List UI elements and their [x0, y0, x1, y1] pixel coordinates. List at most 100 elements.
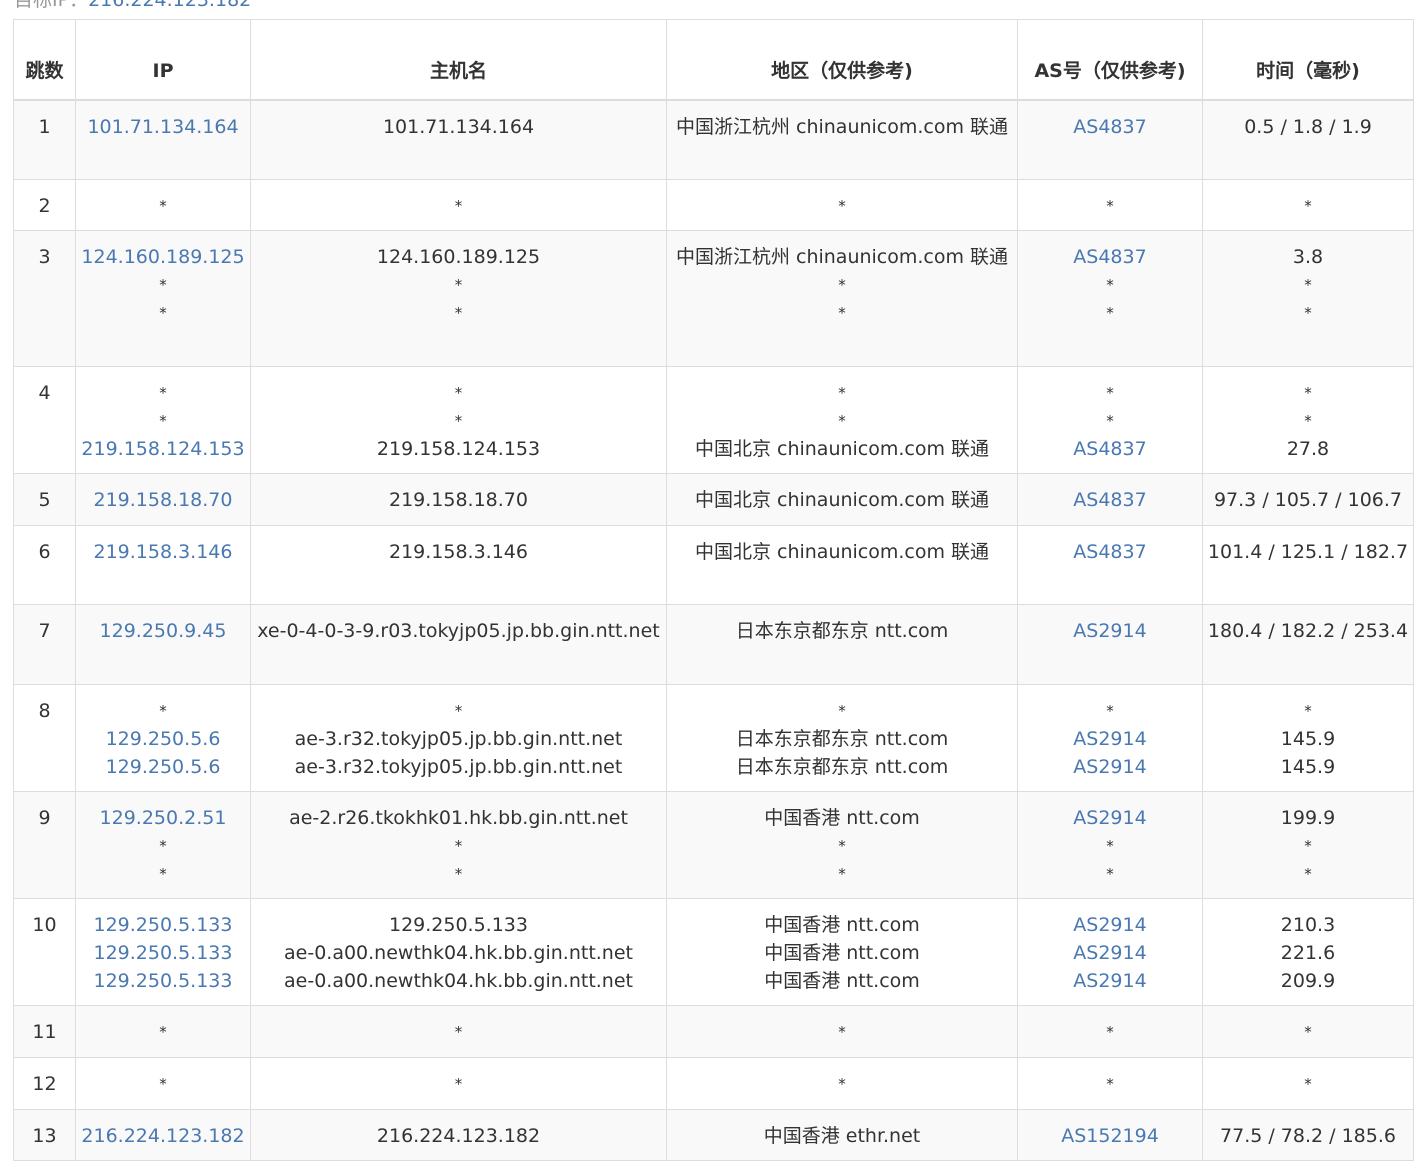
- as-link[interactable]: AS4837: [1022, 486, 1198, 514]
- ip-link[interactable]: 129.250.5.6: [80, 725, 246, 753]
- no-response-marker: *: [454, 412, 463, 430]
- no-response-marker: *: [159, 197, 167, 215]
- hop-number: 7: [38, 620, 51, 642]
- time-cell: *: [1202, 179, 1414, 231]
- time-cell: 3.8 * *: [1202, 230, 1414, 367]
- target-ip-label: 目标IP：: [14, 0, 89, 11]
- no-response-marker: *: [1304, 197, 1312, 215]
- time-cell: 101.4 / 125.1 / 182.7: [1202, 525, 1414, 605]
- region-cell: 中国北京 chinaunicom.com 联通: [666, 473, 1018, 526]
- ip-link[interactable]: 101.71.134.164: [80, 113, 246, 141]
- region-value: 日本东京都东京 ntt.com: [735, 756, 949, 778]
- no-response-marker: *: [1304, 1023, 1312, 1041]
- region-cell: *: [666, 179, 1018, 231]
- hop-cell: 12: [13, 1057, 76, 1110]
- table-row: 5 219.158.18.70 219.158.18.70 中国北京 chinauni…: [13, 473, 1414, 526]
- ip-link[interactable]: 129.250.5.133: [80, 967, 246, 995]
- ip-link[interactable]: 219.158.3.146: [80, 538, 246, 566]
- no-response-marker: *: [159, 304, 167, 322]
- no-response-marker: *: [454, 384, 463, 402]
- ip-link[interactable]: 129.250.5.133: [80, 911, 246, 939]
- ip-cell: 124.160.189.125 * *: [75, 230, 251, 367]
- no-response-marker: *: [159, 865, 167, 883]
- as-link[interactable]: AS2914: [1022, 804, 1198, 832]
- ip-link[interactable]: 129.250.2.51: [80, 804, 246, 832]
- ip-cell: 216.224.123.182: [75, 1109, 251, 1161]
- ip-cell: 129.250.5.133 129.250.5.133 129.250.5.133: [75, 898, 251, 1006]
- region-cell: 中国浙江杭州 chinaunicom.com 联通 * *: [666, 230, 1018, 367]
- as-link[interactable]: AS2914: [1022, 617, 1198, 645]
- as-cell: AS4837: [1017, 99, 1203, 180]
- ip-link[interactable]: 124.160.189.125: [80, 243, 246, 271]
- as-link[interactable]: AS4837: [1022, 243, 1198, 271]
- region-value: 中国浙江杭州 chinaunicom.com 联通: [675, 115, 1009, 138]
- no-response-marker: *: [454, 276, 463, 294]
- region-cell: 中国香港 ethr.net: [666, 1109, 1018, 1161]
- hop-cell: 5: [13, 473, 76, 526]
- time-value: 199.9: [1280, 807, 1336, 829]
- as-link[interactable]: AS2914: [1022, 911, 1198, 939]
- hop-cell: 2: [13, 179, 76, 231]
- as-link[interactable]: AS4837: [1022, 435, 1198, 463]
- hop-cell: 9: [13, 791, 76, 899]
- region-cell: 中国浙江杭州 chinaunicom.com 联通: [666, 99, 1018, 180]
- ip-link[interactable]: 219.158.124.153: [80, 435, 246, 463]
- no-response-marker: *: [838, 702, 846, 720]
- no-response-marker: *: [159, 1023, 167, 1041]
- table-row: 8 * 129.250.5.6 129.250.5.6 * ae-3.r32.tokyjp…: [13, 684, 1414, 792]
- target-ip-line: 目标IP：216.224.123.182: [14, 0, 251, 11]
- no-response-marker: *: [1106, 412, 1114, 430]
- as-link[interactable]: AS152194: [1022, 1122, 1198, 1150]
- time-value: 210.3: [1280, 914, 1336, 936]
- hop-number: 8: [38, 700, 51, 722]
- as-link[interactable]: AS4837: [1022, 113, 1198, 141]
- hop-number: 5: [38, 489, 51, 511]
- region-value: 中国北京 chinaunicom.com 联通: [694, 541, 990, 563]
- hostname-cell: * * 219.158.124.153: [250, 366, 667, 474]
- time-cell: 0.5 / 1.8 / 1.9: [1202, 99, 1414, 180]
- hop-number: 10: [32, 914, 57, 936]
- as-link[interactable]: AS2914: [1022, 939, 1198, 967]
- region-cell: 中国香港 ntt.com * *: [666, 791, 1018, 899]
- ip-link[interactable]: 216.224.123.182: [80, 1122, 246, 1150]
- hostname-value: 124.160.189.125: [376, 246, 541, 268]
- region-value: 中国香港 ntt.com: [764, 942, 920, 964]
- as-link[interactable]: AS2914: [1022, 967, 1198, 995]
- time-value: 221.6: [1280, 942, 1336, 964]
- time-cell: 97.3 / 105.7 / 106.7: [1202, 473, 1414, 526]
- time-value: 27.8: [1286, 438, 1330, 460]
- no-response-marker: *: [454, 865, 463, 883]
- as-cell: AS2914 * *: [1017, 791, 1203, 899]
- as-link[interactable]: AS4837: [1022, 538, 1198, 566]
- as-cell: AS152194: [1017, 1109, 1203, 1161]
- target-ip-link[interactable]: 216.224.123.182: [88, 0, 251, 11]
- header-ip: IP: [75, 19, 251, 101]
- no-response-marker: *: [1304, 837, 1312, 855]
- no-response-marker: *: [1106, 197, 1114, 215]
- as-cell: AS4837: [1017, 473, 1203, 526]
- as-link[interactable]: AS2914: [1022, 753, 1198, 781]
- ip-link[interactable]: 129.250.5.133: [80, 939, 246, 967]
- region-cell: * 日本东京都东京 ntt.com 日本东京都东京 ntt.com: [666, 684, 1018, 792]
- table-row: 7 129.250.9.45 xe-0-4-0-3-9.r03.tokyjp05.j…: [13, 604, 1414, 685]
- ip-cell: * * 219.158.124.153: [75, 366, 251, 474]
- ip-link[interactable]: 219.158.18.70: [80, 486, 246, 514]
- hostname-value: ae-0.a00.newthk04.hk.bb.gin.ntt.net: [284, 942, 633, 964]
- table-row: 11 * * * * *: [13, 1005, 1414, 1058]
- no-response-marker: *: [1106, 702, 1114, 720]
- as-link[interactable]: AS2914: [1022, 725, 1198, 753]
- hostname-value: ae-3.r32.tokyjp05.jp.bb.gin.ntt.net: [294, 756, 623, 778]
- ip-link[interactable]: 129.250.5.6: [80, 753, 246, 781]
- hostname-cell: *: [250, 179, 667, 231]
- hostname-cell: 216.224.123.182: [250, 1109, 667, 1161]
- no-response-marker: *: [454, 837, 463, 855]
- table-row: 1 101.71.134.164 101.71.134.164 中国浙江杭州 chin…: [13, 99, 1414, 180]
- hostname-value: 219.158.3.146: [388, 541, 528, 563]
- time-value: 77.5 / 78.2 / 185.6: [1220, 1125, 1396, 1147]
- ip-link[interactable]: 129.250.9.45: [80, 617, 246, 645]
- time-value: 209.9: [1280, 970, 1336, 992]
- header-time: 时间（毫秒): [1202, 19, 1414, 101]
- hostname-value: 216.224.123.182: [376, 1125, 541, 1147]
- region-cell: *: [666, 1057, 1018, 1110]
- region-value: 中国香港 ntt.com: [764, 914, 920, 936]
